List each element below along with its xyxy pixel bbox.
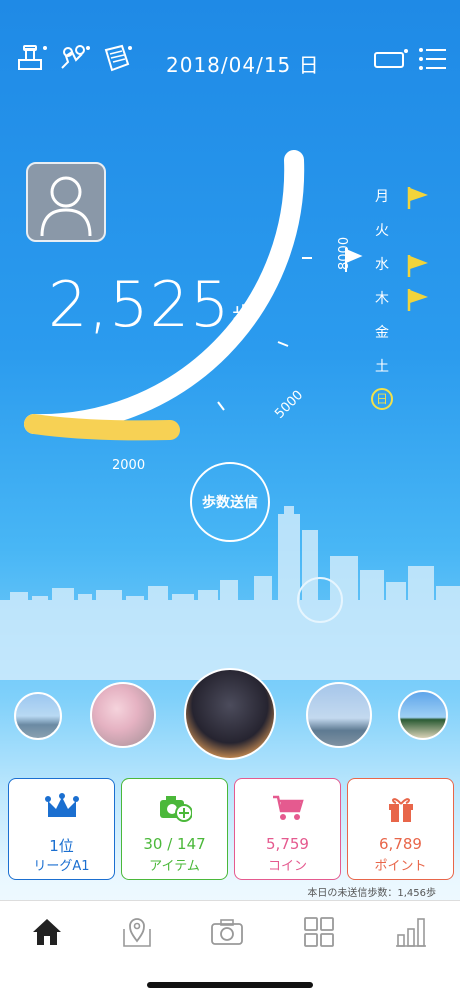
crown-icon [44, 793, 79, 817]
camera-add-icon [159, 796, 192, 822]
photo-carousel[interactable] [0, 668, 460, 768]
photo-bridge[interactable] [306, 682, 372, 748]
weekday-label-today: 日 [371, 388, 393, 410]
step-unit: 歩 [232, 304, 255, 329]
photo-beach[interactable] [14, 692, 62, 740]
home-indicator [147, 982, 313, 988]
weekday-fri[interactable]: 金 [364, 316, 454, 350]
route-map-icon[interactable] [58, 42, 90, 74]
weekday-label: 木 [375, 291, 389, 307]
item-label: アイテム [149, 859, 200, 874]
coin-label: コイン [267, 859, 307, 874]
cart-icon [272, 795, 304, 820]
weekday-label: 土 [375, 359, 389, 375]
user-avatar-icon [40, 176, 92, 237]
weekday-label: 水 [375, 257, 389, 273]
flag-icon [407, 187, 428, 209]
date-label: 2018/04/15 日 [166, 53, 320, 77]
weekday-wed[interactable]: 水 [364, 248, 454, 282]
weekday-mon[interactable]: 月 [364, 180, 454, 214]
weekday-sun[interactable]: 日 [364, 384, 454, 418]
weekday-tue[interactable]: 火 [364, 214, 454, 248]
device-battery-icon[interactable] [374, 48, 408, 70]
app-screen: 2018/04/15 日 2000 5000 8000 2,525 歩 月 火 … [0, 0, 460, 996]
weekday-label: 月 [375, 189, 389, 205]
coin-card[interactable]: 5,759 コイン [234, 778, 341, 880]
point-card[interactable]: 6,789 ポイント [347, 778, 454, 880]
weekday-label: 金 [375, 325, 389, 341]
weekday-thu[interactable]: 木 [364, 282, 454, 316]
top-bar: 2018/04/15 日 [0, 38, 460, 82]
flag-icon [407, 255, 428, 277]
league-card[interactable]: 1位 リーグA1 [8, 778, 115, 880]
photo-palm-beach[interactable] [398, 690, 448, 740]
photo-sculpture-sunset[interactable] [184, 668, 276, 760]
send-steps-button[interactable]: 歩数送信 [190, 462, 270, 542]
gauge-label-5000: 5000 [272, 388, 306, 422]
photo-cherry-blossom[interactable] [90, 682, 156, 748]
weekday-label: 火 [375, 223, 389, 239]
tick-2000 [217, 401, 225, 411]
point-count: 6,789 [379, 835, 422, 853]
map-pin-icon[interactable] [120, 915, 154, 949]
gauge-label-2000: 2000 [112, 458, 145, 473]
avatar[interactable] [26, 162, 106, 242]
stats-cards: 1位 リーグA1 30 / 147 アイテム 5,759 コイン 6,789 ポ… [8, 778, 454, 880]
league-rank: 1位 [49, 837, 74, 855]
tick-5000 [277, 341, 289, 347]
league-name: リーグA1 [33, 859, 90, 874]
home-icon[interactable] [30, 915, 64, 949]
camera-icon[interactable] [210, 915, 244, 949]
gift-icon [388, 798, 413, 822]
stamp-icon[interactable] [16, 42, 48, 74]
point-label: ポイント [374, 859, 427, 874]
menu-list-icon[interactable] [418, 46, 446, 72]
item-count: 30 / 147 [143, 835, 206, 853]
grid-icon[interactable] [302, 915, 336, 949]
unsent-steps-label: 本日の未送信歩数：1,456歩 [307, 888, 436, 899]
item-card[interactable]: 30 / 147 アイテム [121, 778, 228, 880]
flag-icon [407, 289, 428, 311]
gauge-progress [24, 414, 180, 441]
weekday-list: 月 火 水 木 金 土 日 [364, 180, 454, 418]
weekday-sat[interactable]: 土 [364, 350, 454, 384]
step-count: 2,525 [48, 268, 231, 341]
stats-chart-icon[interactable] [394, 915, 428, 949]
scroll-icon[interactable] [100, 42, 132, 74]
coin-count: 5,759 [266, 835, 309, 853]
